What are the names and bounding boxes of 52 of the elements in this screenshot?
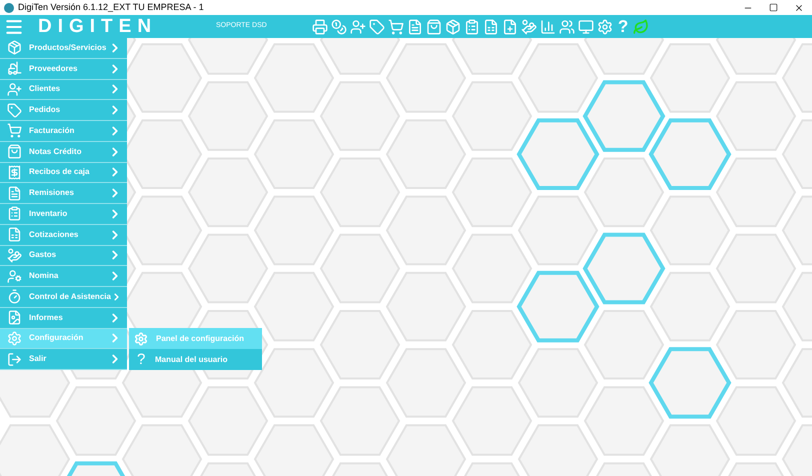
sidebar-item[interactable]: Notas Crédito — [0, 142, 127, 162]
close-icon[interactable] — [794, 2, 804, 12]
hand-coins-icon — [7, 248, 22, 263]
sidebar-item[interactable]: Pedidos — [0, 100, 127, 121]
box-icon — [7, 40, 22, 56]
sidebar-item[interactable]: Salir — [0, 349, 127, 370]
submenu-item[interactable]: ? Manual del usuario — [129, 349, 262, 370]
tag-icon[interactable] — [368, 18, 385, 34]
document-icon[interactable] — [406, 18, 423, 34]
window-title: DigiTen Versión 6.1.12_EXT TU EMPRESA - 1 — [18, 3, 204, 12]
gear-icon — [134, 332, 148, 346]
logo: DIGITEN — [38, 17, 158, 36]
sidebar-item[interactable]: Clientes — [0, 80, 127, 100]
gear-icon — [7, 330, 22, 346]
user-plus-icon[interactable] — [350, 18, 366, 34]
sidebar-item[interactable]: Cotizaciones — [0, 224, 127, 246]
monitor-icon[interactable] — [578, 18, 594, 34]
sidebar-item[interactable]: Proveedores — [0, 58, 127, 80]
maximize-icon[interactable] — [769, 3, 778, 12]
box-icon[interactable] — [444, 18, 461, 34]
help-button[interactable]: ? — [616, 18, 630, 35]
stopwatch-icon — [7, 289, 22, 304]
submenu-item[interactable]: Panel de configuración — [129, 328, 262, 349]
report-icon — [7, 310, 22, 326]
sidebar-item[interactable]: Remisiones — [0, 183, 127, 204]
leaf-icon[interactable] — [633, 18, 650, 34]
sidebar-item[interactable]: Gastos — [0, 246, 127, 266]
settings-icon[interactable] — [596, 18, 613, 34]
tag-icon — [7, 102, 22, 118]
forklift-icon — [7, 61, 22, 76]
file-plus-icon[interactable] — [502, 18, 518, 34]
document-icon — [7, 186, 22, 201]
exit-icon — [7, 352, 22, 367]
sidebar-item[interactable]: Recibos de caja — [0, 162, 127, 184]
sidebar-item[interactable]: Productos/Servicios — [0, 38, 127, 59]
sidebar-item[interactable]: Nomina — [0, 266, 127, 287]
sidebar-item[interactable]: Control de Asistencia — [0, 287, 127, 308]
coins-icon[interactable] — [330, 18, 347, 34]
question-mark-glyph: ? — [137, 352, 146, 367]
user-plus-icon — [7, 82, 22, 97]
sidebar-item[interactable]: Inventario — [0, 204, 127, 225]
app-logo-icon — [4, 2, 14, 12]
clipboard-icon — [7, 206, 22, 222]
spreadsheet-icon — [7, 227, 22, 242]
bar-chart-icon[interactable] — [540, 18, 556, 34]
sidebar-item[interactable]: Informes — [0, 308, 127, 328]
sidebar-item[interactable]: Configuración — [0, 328, 127, 350]
clipboard-icon[interactable] — [464, 18, 480, 34]
receipt-icon — [7, 164, 22, 180]
sidebar-item[interactable]: Facturación — [0, 121, 127, 142]
spreadsheet-icon[interactable] — [482, 18, 499, 34]
hand-coins-icon[interactable] — [520, 18, 537, 34]
